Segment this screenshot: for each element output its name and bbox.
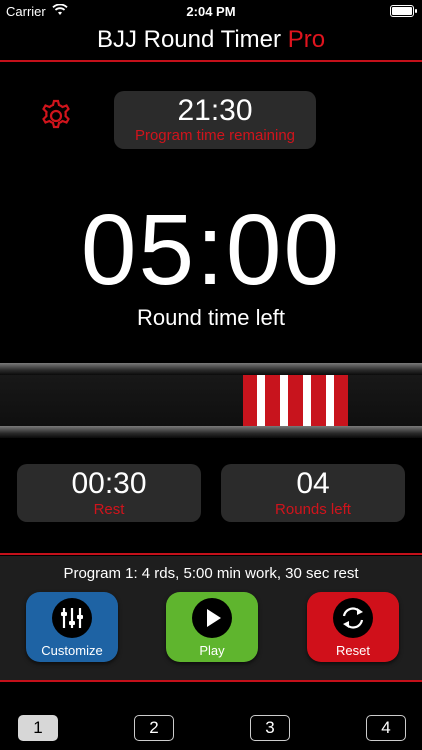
rounds-left-box: 04 Rounds left [221,464,405,522]
round-timer-label: Round time left [137,305,285,330]
rest-value: 00:30 [71,467,147,500]
page-button-1[interactable]: 1 [18,715,58,741]
refresh-icon [333,598,373,638]
battery-icon [390,5,417,17]
reset-button[interactable]: Reset [307,592,399,662]
status-bar: Carrier 2:04 PM [0,0,422,22]
panel-divider-bottom [0,680,422,682]
sliders-icon [52,598,92,638]
panel-divider-top [0,553,422,555]
belt-bar [243,375,348,426]
header-divider [0,60,422,62]
program-time-label: Program time remaining [134,127,296,144]
page-button-4[interactable]: 4 [366,715,406,741]
page-button-2[interactable]: 2 [134,715,174,741]
title-main: BJJ Round Timer [96,26,282,53]
belt-edge-bottom [0,426,422,438]
program-info: Program 1: 4 rds, 5:00 min work, 30 sec … [63,565,359,582]
belt-edge-top [0,363,422,375]
customize-label: Customize [41,643,103,658]
title-pro: Pro [287,26,326,53]
belt-stripe [303,375,311,426]
round-timer: 05:00 [80,194,342,306]
app-title: BJJ Round Timer Pro [0,26,422,54]
rounds-left-value: 04 [296,467,330,500]
rest-label: Rest [93,501,125,518]
play-label: Play [199,643,225,658]
play-button[interactable]: Play [166,592,258,662]
belt-stripe [257,375,265,426]
customize-button[interactable]: Customize [26,592,118,662]
program-remaining-box: 21:30 Program time remaining [114,91,316,149]
rounds-left-label: Rounds left [275,501,351,518]
reset-label: Reset [336,643,370,658]
program-time: 21:30 [177,94,253,127]
page-button-3[interactable]: 3 [250,715,290,741]
gear-icon[interactable] [38,98,74,134]
belt-stripe [280,375,288,426]
play-icon [192,598,232,638]
belt-stripe [326,375,334,426]
rest-box: 00:30 Rest [17,464,201,522]
status-time: 2:04 PM [186,4,236,19]
